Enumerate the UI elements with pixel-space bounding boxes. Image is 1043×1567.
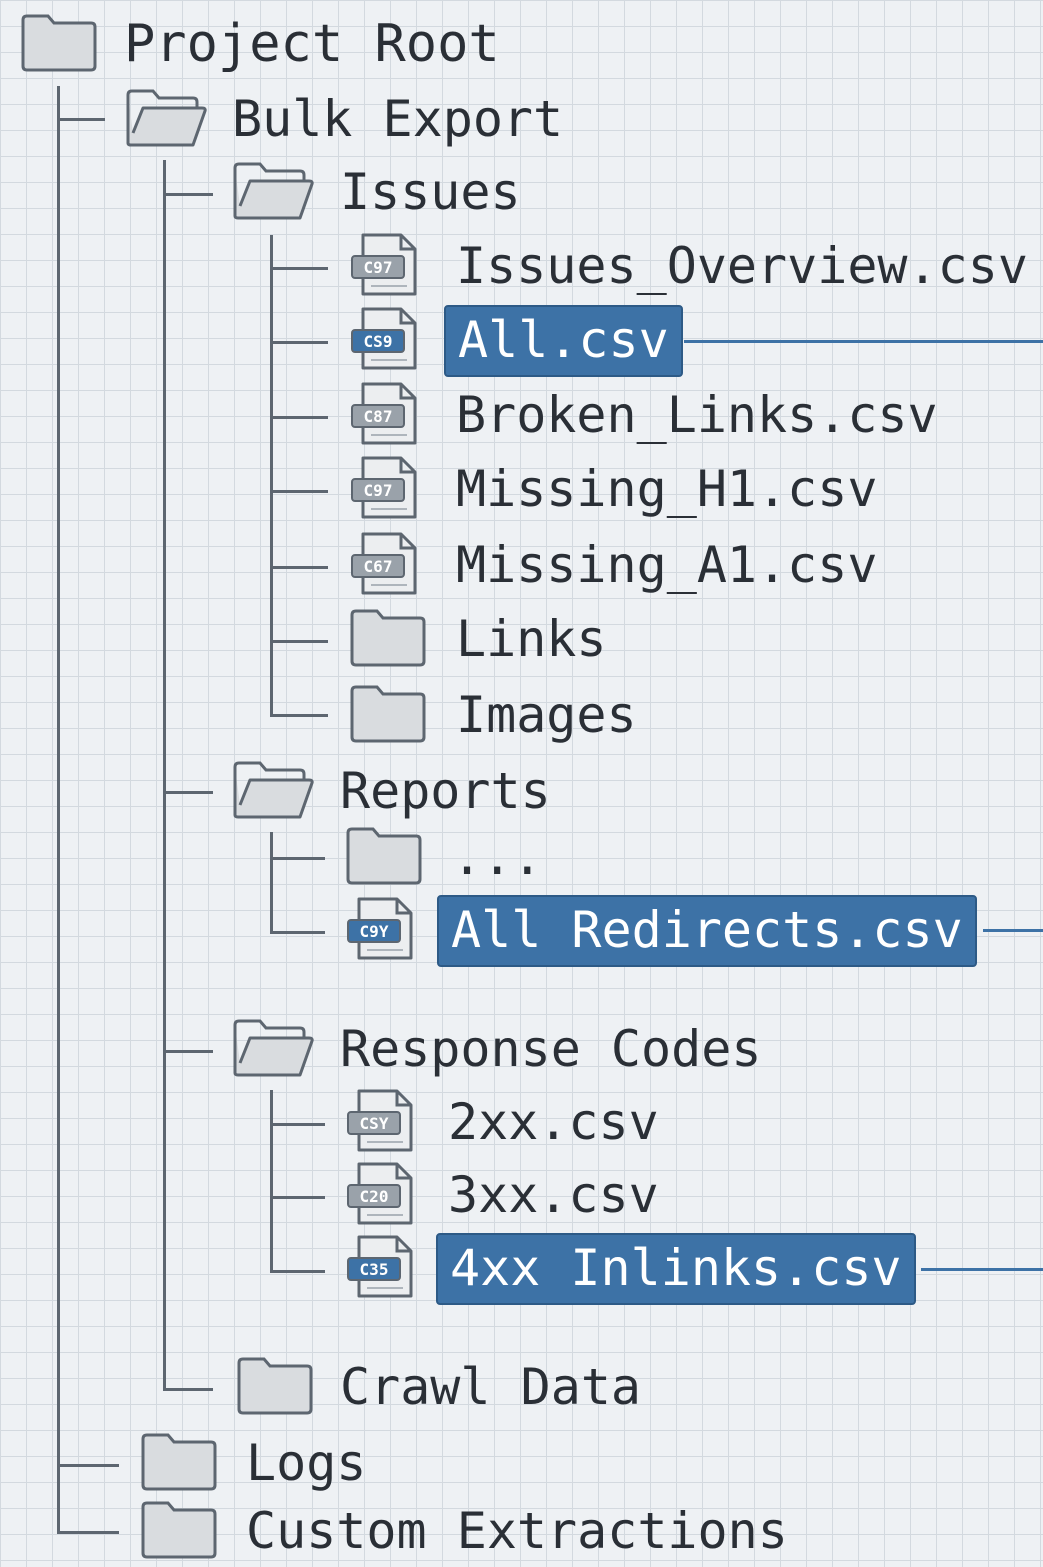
tree-node-crawl-data[interactable]: Crawl Data <box>236 1353 1043 1423</box>
branch-2xx <box>270 1123 325 1126</box>
tree-node-missing-h1-csv[interactable]: C97 Missing_H1.csv <box>349 455 1043 525</box>
tree-node-logs[interactable]: Logs <box>140 1429 1043 1499</box>
node-label: ... <box>452 828 543 886</box>
tree-node-3xx-csv[interactable]: C20 3xx.csv <box>345 1161 1043 1231</box>
csv-file-icon: CSY <box>345 1088 417 1158</box>
branch-all <box>270 341 328 344</box>
node-label: Logs <box>246 1434 367 1492</box>
branch-custom-extractions <box>57 1531 119 1534</box>
svg-text:C67: C67 <box>364 557 393 576</box>
tree-node-project-root[interactable]: Project Root <box>20 10 1043 80</box>
branch-response-codes <box>163 1050 213 1053</box>
csv-file-icon: C87 <box>349 381 421 451</box>
tree-node-2xx-csv[interactable]: CSY 2xx.csv <box>345 1088 1043 1158</box>
folder-icon <box>349 607 427 673</box>
csv-file-icon: C97 <box>349 232 421 302</box>
node-label: 3xx.csv <box>448 1166 659 1224</box>
svg-text:C9Y: C9Y <box>360 922 389 941</box>
tree-node-issues-overview-csv[interactable]: C97 Issues_Overview.csv <box>349 232 1043 302</box>
branch-broken-links <box>270 416 328 419</box>
csv-file-icon: CS9 <box>349 306 421 376</box>
branch-3xx <box>270 1196 325 1199</box>
selected-file-label: All Redirects.csv <box>437 895 977 967</box>
tree-node-more[interactable]: ... <box>345 823 1043 893</box>
branch-crawl-data <box>163 1388 213 1391</box>
tree-node-bulk-export[interactable]: Bulk Export <box>125 85 1043 155</box>
node-label: Images <box>456 686 637 744</box>
folder-icon <box>140 1431 218 1497</box>
branch-reports <box>163 791 213 794</box>
folder-icon <box>349 683 427 749</box>
svg-text:C97: C97 <box>364 481 393 500</box>
csv-file-icon: C97 <box>349 455 421 525</box>
branch-4xx-inlinks <box>270 1270 325 1273</box>
tree-guide-bulk-export <box>163 160 166 1390</box>
folder-open-icon <box>232 759 316 825</box>
folder-icon <box>140 1499 218 1565</box>
branch-missing-h1 <box>270 490 328 493</box>
folder-open-icon <box>125 87 209 153</box>
node-label: 2xx.csv <box>448 1093 659 1151</box>
tree-guide-response-codes <box>270 1090 273 1272</box>
node-label: Missing_H1.csv <box>456 460 878 518</box>
tree-guide-issues <box>270 235 273 716</box>
csv-file-icon: C67 <box>349 531 421 601</box>
branch-logs <box>57 1464 119 1467</box>
branch-images <box>270 714 328 717</box>
node-label: Bulk Export <box>232 90 564 148</box>
svg-text:C97: C97 <box>364 258 393 277</box>
selected-file-label: All.csv <box>444 305 683 377</box>
branch-all-redirects <box>270 931 325 934</box>
tree-node-all-csv[interactable]: CS9 All.csv <box>349 305 1043 377</box>
branch-issues <box>163 193 213 196</box>
node-label: Reports <box>340 762 551 820</box>
svg-text:C20: C20 <box>360 1187 389 1206</box>
tree-node-custom-extractions[interactable]: Custom Extractions <box>140 1497 1043 1567</box>
tree-node-links[interactable]: Links <box>349 605 1043 675</box>
node-label: Missing_A1.csv <box>456 536 878 594</box>
svg-text:CSY: CSY <box>360 1114 389 1133</box>
node-label: Project Root <box>124 14 500 74</box>
folder-icon <box>236 1355 314 1421</box>
folder-icon <box>345 825 423 891</box>
tree-node-broken-links-csv[interactable]: C87 Broken_Links.csv <box>349 381 1043 451</box>
branch-bulk-export <box>57 118 105 121</box>
tree-node-images[interactable]: Images <box>349 681 1043 751</box>
csv-file-icon: C35 <box>345 1234 417 1304</box>
svg-text:CS9: CS9 <box>364 332 393 351</box>
svg-text:C87: C87 <box>364 407 393 426</box>
branch-links <box>270 640 328 643</box>
tree-node-4xx-inlinks-csv[interactable]: C35 4xx Inlinks.csv <box>345 1233 1043 1305</box>
node-label: Issues_Overview.csv <box>456 237 1028 295</box>
tree-node-all-redirects-csv[interactable]: C9Y All Redirects.csv <box>345 895 1043 967</box>
csv-file-icon: C20 <box>345 1161 417 1231</box>
node-label: Custom Extractions <box>246 1502 788 1560</box>
tree-node-reports[interactable]: Reports <box>232 757 1043 827</box>
branch-issues-overview <box>270 267 328 270</box>
branch-dots <box>270 857 325 860</box>
tree-node-issues[interactable]: Issues <box>232 158 1043 228</box>
node-label: Links <box>456 610 607 668</box>
folder-open-icon <box>232 160 316 226</box>
folder-icon <box>20 12 98 78</box>
selected-file-label: 4xx Inlinks.csv <box>436 1233 916 1305</box>
tree-node-missing-a1-csv[interactable]: C67 Missing_A1.csv <box>349 531 1043 601</box>
node-label: Crawl Data <box>340 1358 642 1416</box>
folder-open-icon <box>232 1017 316 1083</box>
tree-guide-reports <box>270 832 273 933</box>
node-label: Broken_Links.csv <box>456 386 938 444</box>
tree-node-response-codes[interactable]: Response Codes <box>232 1015 1043 1085</box>
tree-guide-root <box>57 86 60 1533</box>
node-label: Issues <box>340 163 521 221</box>
branch-missing-a1 <box>270 566 328 569</box>
node-label: Response Codes <box>340 1020 762 1078</box>
svg-text:C35: C35 <box>360 1260 389 1279</box>
csv-file-icon: C9Y <box>345 896 417 966</box>
